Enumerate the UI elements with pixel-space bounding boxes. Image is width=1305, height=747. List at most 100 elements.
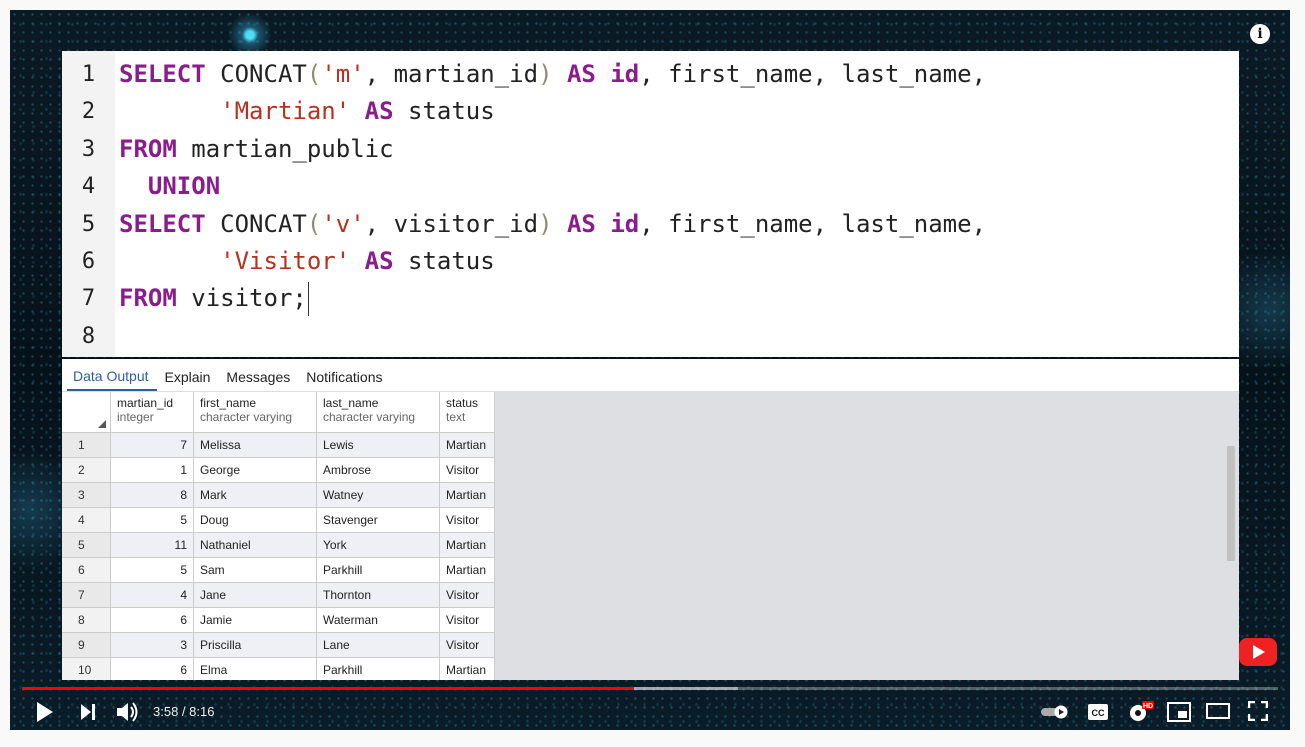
code-line[interactable]: FROM visitor; — [119, 280, 1239, 317]
tab-data-output[interactable]: Data Output — [67, 368, 157, 391]
row-number[interactable]: 7 — [62, 582, 111, 608]
table-row[interactable]: 5 11 Nathaniel York Martian — [62, 532, 495, 558]
row-number[interactable]: 4 — [62, 507, 111, 533]
tab-explain[interactable]: Explain — [159, 369, 219, 391]
video-player[interactable]: i 12345678 SELECT CONCAT('m', martian_id… — [10, 10, 1290, 730]
table-cell[interactable]: 7 — [110, 432, 194, 458]
volume-icon[interactable] — [116, 701, 140, 723]
code-line[interactable] — [119, 318, 1239, 355]
column-header-status[interactable]: status text — [439, 392, 495, 433]
channel-watermark-icon[interactable] — [1239, 638, 1277, 666]
row-number[interactable]: 1 — [62, 432, 111, 458]
table-row[interactable]: 7 4 Jane Thornton Visitor — [62, 582, 495, 608]
code-line[interactable]: 'Visitor' AS status — [119, 243, 1239, 280]
progress-bar[interactable] — [22, 687, 1278, 690]
vertical-scrollbar[interactable] — [1226, 436, 1235, 680]
table-cell[interactable]: Priscilla — [193, 632, 317, 658]
table-cell[interactable]: 11 — [110, 532, 194, 558]
scrollbar-thumb[interactable] — [1227, 446, 1235, 561]
table-cell[interactable]: Martian — [439, 532, 495, 558]
table-cell[interactable]: Parkhill — [316, 557, 440, 583]
row-number[interactable]: 2 — [62, 457, 111, 483]
table-cell[interactable]: Nathaniel — [193, 532, 317, 558]
sql-keyword: SELECT — [119, 209, 206, 238]
info-icon[interactable]: i — [1250, 24, 1270, 44]
table-cell[interactable]: York — [316, 532, 440, 558]
table-cell[interactable]: 1 — [110, 457, 194, 483]
table-cell[interactable]: Sam — [193, 557, 317, 583]
table-cell[interactable]: Martian — [439, 557, 495, 583]
table-cell[interactable]: Martian — [439, 432, 495, 458]
code-area[interactable]: SELECT CONCAT('m', martian_id) AS id, fi… — [115, 51, 1239, 357]
table-row[interactable]: 3 8 Mark Watney Martian — [62, 482, 495, 508]
table-cell[interactable]: Stavenger — [316, 507, 440, 533]
play-icon[interactable] — [36, 701, 54, 723]
table-row[interactable]: 10 6 Elma Parkhill Martian — [62, 657, 495, 680]
table-row[interactable]: 8 6 Jamie Waterman Visitor — [62, 607, 495, 633]
settings-icon[interactable]: HD — [1127, 700, 1155, 724]
text-cursor — [307, 282, 309, 317]
table-row[interactable]: 9 3 Priscilla Lane Visitor — [62, 632, 495, 658]
row-number[interactable]: 6 — [62, 557, 111, 583]
column-header-martian-id[interactable]: martian_id integer — [110, 392, 194, 433]
table-row[interactable]: 1 7 Melissa Lewis Martian — [62, 432, 495, 458]
table-cell[interactable]: Waterman — [316, 607, 440, 633]
table-cell[interactable]: 8 — [110, 482, 194, 508]
table-row[interactable]: 4 5 Doug Stavenger Visitor — [62, 507, 495, 533]
table-cell[interactable]: Jane — [193, 582, 317, 608]
row-number[interactable]: 5 — [62, 532, 111, 558]
table-cell[interactable]: Melissa — [193, 432, 317, 458]
code-line[interactable]: SELECT CONCAT('v', visitor_id) AS id, fi… — [119, 206, 1239, 243]
table-cell[interactable]: Elma — [193, 657, 317, 680]
row-number[interactable]: 10 — [62, 657, 111, 680]
table-cell[interactable]: Watney — [316, 482, 440, 508]
autoplay-toggle-icon[interactable] — [1040, 705, 1070, 719]
table-cell[interactable]: Lewis — [316, 432, 440, 458]
table-cell[interactable]: 6 — [110, 607, 194, 633]
row-number[interactable]: 3 — [62, 482, 111, 508]
table-cell[interactable]: Visitor — [439, 582, 495, 608]
row-number[interactable]: 9 — [62, 632, 111, 658]
table-cell[interactable]: Lane — [316, 632, 440, 658]
tab-notifications[interactable]: Notifications — [300, 369, 390, 391]
table-cell[interactable]: 6 — [110, 657, 194, 680]
line-number: 2 — [81, 99, 96, 125]
table-cell[interactable]: Doug — [193, 507, 317, 533]
column-header-last-name[interactable]: last_name character varying — [316, 392, 440, 433]
line-number: 5 — [81, 211, 96, 237]
table-cell[interactable]: 5 — [110, 507, 194, 533]
miniplayer-icon[interactable] — [1167, 702, 1191, 722]
column-header-first-name[interactable]: first_name character varying — [193, 392, 317, 433]
table-cell[interactable]: Mark — [193, 482, 317, 508]
table-cell[interactable]: Martian — [439, 657, 495, 680]
query-editor[interactable]: 1 2 3 4 5 6 7 8 SELECT CONCAT('m', martian_id) … — [62, 51, 1239, 357]
table-cell[interactable]: George — [193, 457, 317, 483]
code-line[interactable]: 'Martian' AS status — [119, 93, 1239, 130]
sql-string: 'Martian' — [220, 97, 351, 126]
table-cell[interactable]: Visitor — [439, 632, 495, 658]
theater-icon[interactable] — [1206, 703, 1230, 719]
table-cell[interactable]: 3 — [110, 632, 194, 658]
table-row[interactable]: 2 1 George Ambrose Visitor — [62, 457, 495, 483]
code-line[interactable]: UNION — [119, 168, 1239, 205]
table-cell[interactable]: 5 — [110, 557, 194, 583]
code-line[interactable]: FROM martian_public — [119, 131, 1239, 168]
sql-string: 'm' — [321, 60, 365, 88]
table-cell[interactable]: Martian — [439, 482, 495, 508]
fullscreen-icon[interactable] — [1248, 701, 1268, 721]
table-cell[interactable]: Ambrose — [316, 457, 440, 483]
table-cell[interactable]: Jamie — [193, 607, 317, 633]
table-cell[interactable]: Parkhill — [316, 657, 440, 680]
table-cell[interactable]: Visitor — [439, 607, 495, 633]
sql-text: , visitor_id — [364, 209, 539, 238]
row-number[interactable]: 8 — [62, 607, 111, 633]
captions-icon[interactable]: CC — [1087, 703, 1109, 721]
table-cell[interactable]: Visitor — [439, 457, 495, 483]
table-cell[interactable]: Thornton — [316, 582, 440, 608]
table-cell[interactable]: 4 — [110, 582, 194, 608]
table-row[interactable]: 6 5 Sam Parkhill Martian — [62, 557, 495, 583]
table-cell[interactable]: Visitor — [439, 507, 495, 533]
next-icon[interactable] — [80, 703, 96, 721]
code-line[interactable]: SELECT CONCAT('m', martian_id) AS id, fi… — [119, 56, 1239, 93]
tab-messages[interactable]: Messages — [220, 369, 298, 391]
